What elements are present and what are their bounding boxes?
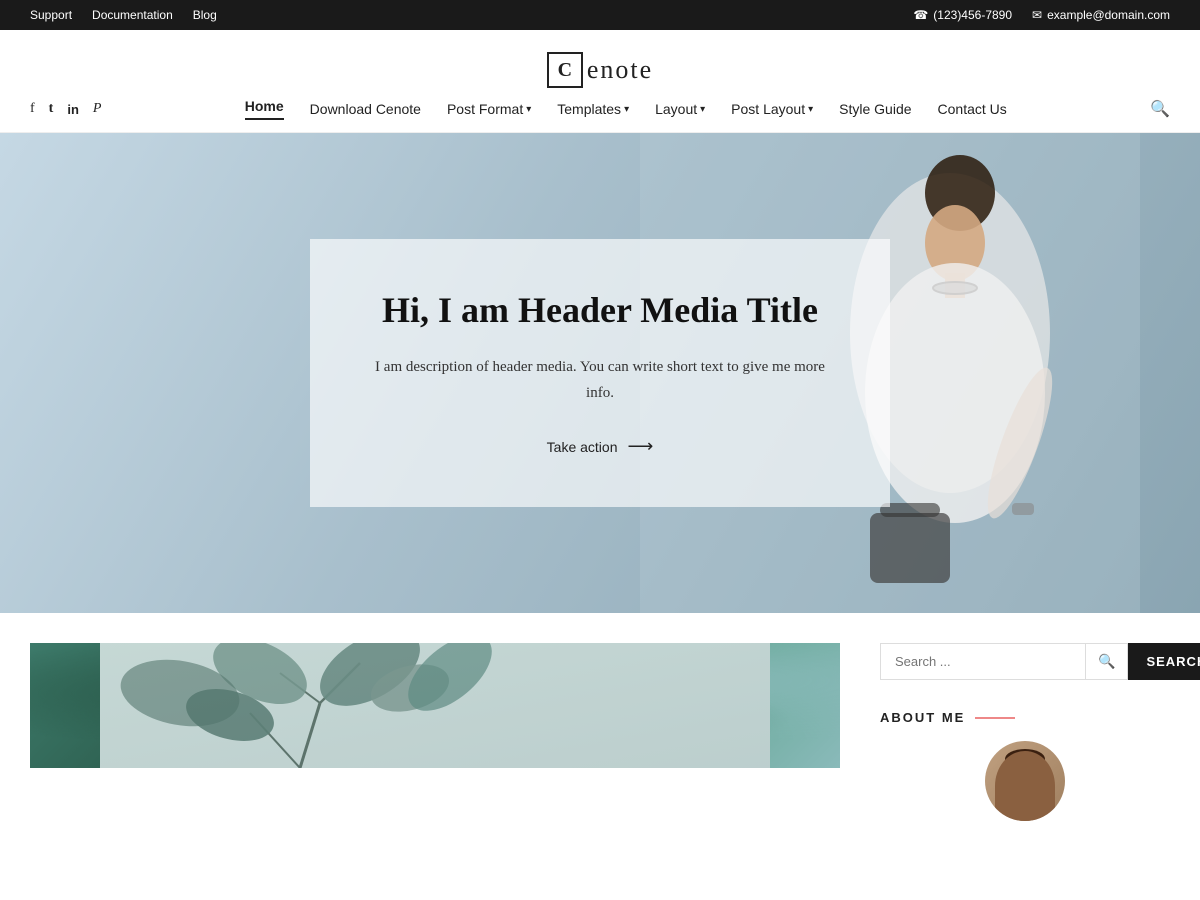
nav-item-download[interactable]: Download Cenote — [310, 101, 421, 117]
social-icons: f t in P — [30, 101, 101, 117]
main-nav: Home Download Cenote Post Format ▾ Templ… — [245, 98, 1007, 120]
about-me-title: ABOUT ME — [880, 710, 1170, 725]
nav-area: f t in P Home Download Cenote Post Forma… — [0, 98, 1200, 133]
search-submit-button[interactable]: SEARCH — [1128, 643, 1200, 680]
hero-cta-label: Take action — [547, 439, 618, 455]
blog-link[interactable]: Blog — [193, 8, 217, 22]
logo-letter: C — [547, 52, 583, 88]
arrow-icon: ⟶ — [628, 436, 654, 457]
phone-info: ☎ (123)456-7890 — [913, 8, 1012, 22]
logo[interactable]: C enote — [547, 52, 653, 88]
hero-description: I am description of header media. You ca… — [370, 355, 830, 406]
phone-number: (123)456-7890 — [933, 8, 1012, 22]
nav-item-post-layout[interactable]: Post Layout ▾ — [731, 101, 813, 117]
content-area: 🔍 SEARCH ABOUT ME — [0, 613, 1200, 821]
hero-section: Hi, I am Header Media Title I am descrip… — [0, 133, 1200, 613]
nav-item-contact[interactable]: Contact Us — [938, 101, 1007, 117]
nav-item-templates[interactable]: Templates ▾ — [557, 101, 629, 117]
email-address: example@domain.com — [1047, 8, 1170, 22]
search-widget: 🔍 SEARCH — [880, 643, 1170, 680]
top-bar-contact: ☎ (123)456-7890 ✉ example@domain.com — [913, 8, 1170, 22]
hero-overlay: Hi, I am Header Media Title I am descrip… — [310, 239, 890, 507]
about-me-widget: ABOUT ME — [880, 710, 1170, 821]
search-icon[interactable]: 🔍 — [1150, 99, 1170, 119]
post-image — [30, 643, 840, 768]
hero-cta-button[interactable]: Take action ⟶ — [370, 436, 830, 457]
support-link[interactable]: Support — [30, 8, 72, 22]
logo-area: C enote — [0, 30, 1200, 98]
documentation-link[interactable]: Documentation — [92, 8, 173, 22]
twitter-icon[interactable]: t — [49, 101, 54, 117]
logo-text: enote — [587, 55, 653, 85]
phone-icon: ☎ — [913, 8, 928, 22]
main-content — [30, 643, 840, 821]
chevron-down-icon: ▾ — [808, 104, 813, 115]
search-input[interactable] — [880, 643, 1086, 680]
avatar-body — [995, 751, 1055, 821]
top-bar-links: Support Documentation Blog — [30, 8, 217, 22]
chevron-down-icon: ▾ — [700, 104, 705, 115]
about-me-decorline — [975, 717, 1015, 719]
nav-item-style-guide[interactable]: Style Guide — [839, 101, 911, 117]
plant-illustration — [30, 643, 840, 768]
pinterest-icon[interactable]: P — [93, 101, 102, 117]
hero-title: Hi, I am Header Media Title — [370, 289, 830, 331]
avatar-container — [880, 741, 1170, 821]
email-info: ✉ example@domain.com — [1032, 8, 1170, 22]
linkedin-icon[interactable]: in — [67, 102, 79, 117]
about-me-label: ABOUT ME — [880, 710, 965, 725]
email-icon: ✉ — [1032, 8, 1042, 22]
nav-item-layout[interactable]: Layout ▾ — [655, 101, 705, 117]
nav-item-post-format[interactable]: Post Format ▾ — [447, 101, 531, 117]
top-bar: Support Documentation Blog ☎ (123)456-78… — [0, 0, 1200, 30]
search-icon-button[interactable]: 🔍 — [1086, 643, 1128, 680]
chevron-down-icon: ▾ — [526, 104, 531, 115]
facebook-icon[interactable]: f — [30, 101, 35, 117]
post-card — [30, 643, 840, 768]
nav-item-home[interactable]: Home — [245, 98, 284, 120]
chevron-down-icon: ▾ — [624, 104, 629, 115]
avatar — [985, 741, 1065, 821]
sidebar: 🔍 SEARCH ABOUT ME — [880, 643, 1170, 821]
